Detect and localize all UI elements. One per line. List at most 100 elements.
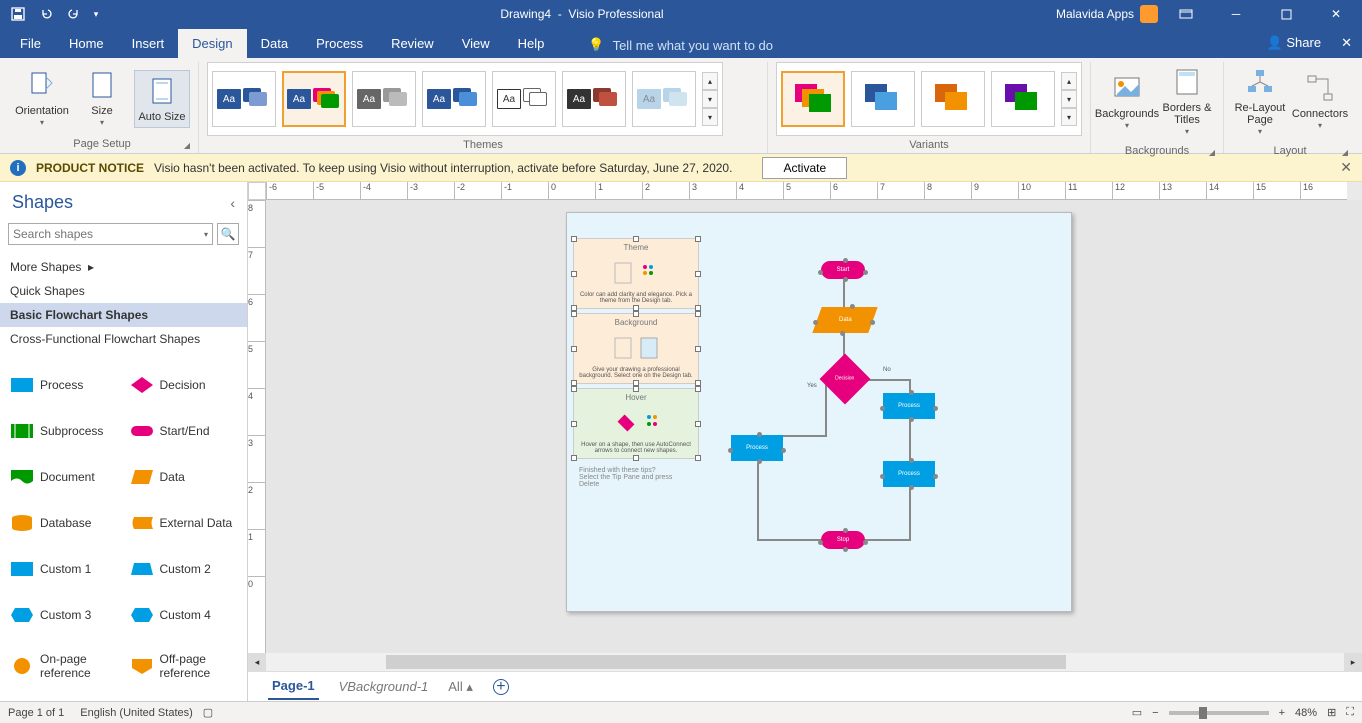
tab-data[interactable]: Data xyxy=(247,29,302,58)
shape-master[interactable]: Start/End xyxy=(124,409,244,453)
shape-master[interactable]: Decision xyxy=(124,363,244,407)
size-button[interactable]: Size▾ xyxy=(74,65,130,133)
shape-master[interactable]: External Data xyxy=(124,501,244,545)
variant-swatch[interactable] xyxy=(781,71,845,127)
search-shapes-input[interactable]: ▾ xyxy=(8,223,213,245)
tips-panel[interactable]: Theme Color can add clarity and elegance… xyxy=(573,238,699,496)
user-avatar-icon[interactable] xyxy=(1140,5,1158,23)
more-shapes-item[interactable]: More Shapes ▸ xyxy=(0,255,247,279)
fullscreen-icon[interactable]: ⛶ xyxy=(1346,706,1354,719)
tab-file[interactable]: File xyxy=(6,29,55,58)
flowchart-stop[interactable]: Stop xyxy=(821,531,865,549)
shape-master[interactable]: Data xyxy=(124,455,244,499)
page-tab-background[interactable]: VBackground-1 xyxy=(339,679,429,694)
flowchart-start[interactable]: Start xyxy=(821,261,865,279)
scroll-left-icon[interactable]: ◂ xyxy=(248,653,266,671)
theme-swatch[interactable]: Aa xyxy=(632,71,696,127)
page-surface[interactable]: Theme Color can add clarity and elegance… xyxy=(566,212,1072,612)
theme-swatch[interactable]: Aa xyxy=(492,71,556,127)
tab-review[interactable]: Review xyxy=(377,29,448,58)
scroll-thumb[interactable] xyxy=(386,655,1066,669)
tab-insert[interactable]: Insert xyxy=(118,29,179,58)
zoom-in-icon[interactable]: + xyxy=(1279,707,1285,719)
orientation-button[interactable]: Orientation▾ xyxy=(14,65,70,133)
tab-home[interactable]: Home xyxy=(55,29,118,58)
page-tab-all[interactable]: All ▴ xyxy=(448,679,473,695)
tip-hover-card[interactable]: Hover Hover on a shape, then use AutoCon… xyxy=(573,388,699,459)
drawing-canvas[interactable]: Theme Color can add clarity and elegance… xyxy=(266,200,1362,653)
stencil-item[interactable]: Cross-Functional Flowchart Shapes xyxy=(0,327,247,351)
horizontal-scrollbar[interactable]: ◂ ▸ xyxy=(248,653,1362,671)
tell-me-search[interactable]: 💡 Tell me what you want to do xyxy=(578,32,783,58)
backgrounds-button[interactable]: Backgrounds▾ xyxy=(1099,68,1155,136)
gallery-up-icon[interactable]: ▴ xyxy=(702,72,718,90)
tab-process[interactable]: Process xyxy=(302,29,377,58)
shape-master[interactable]: Custom 2 xyxy=(124,547,244,591)
stencil-item[interactable]: Quick Shapes xyxy=(0,279,247,303)
maximize-icon[interactable] xyxy=(1264,0,1308,28)
tab-design[interactable]: Design xyxy=(178,29,246,58)
shape-master[interactable]: Process xyxy=(4,363,124,407)
zoom-out-icon[interactable]: − xyxy=(1152,707,1158,719)
autosize-button[interactable]: Auto Size xyxy=(134,70,190,128)
scroll-right-icon[interactable]: ▸ xyxy=(1344,653,1362,671)
collapse-pane-icon[interactable]: ‹ xyxy=(230,195,235,211)
close-icon[interactable]: ✕ xyxy=(1314,0,1358,28)
tab-help[interactable]: Help xyxy=(504,29,559,58)
tab-view[interactable]: View xyxy=(448,29,504,58)
flowchart-process[interactable]: Process xyxy=(731,435,783,461)
ruler-horizontal[interactable]: -6-5-4-3-2-1012345678910111213141516 xyxy=(266,182,1347,200)
gallery-up-icon[interactable]: ▴ xyxy=(1061,72,1077,90)
variant-swatch[interactable] xyxy=(991,71,1055,127)
fit-page-icon[interactable]: ⊞ xyxy=(1327,706,1336,719)
variant-swatch[interactable] xyxy=(921,71,985,127)
theme-swatch[interactable]: Aa xyxy=(422,71,486,127)
gallery-down-icon[interactable]: ▾ xyxy=(702,90,718,108)
shape-master[interactable]: Custom 1 xyxy=(4,547,124,591)
variant-swatch[interactable] xyxy=(851,71,915,127)
minimize-icon[interactable]: ─ xyxy=(1214,0,1258,28)
presentation-mode-icon[interactable]: ▭ xyxy=(1132,706,1142,719)
ribbon-mode-icon[interactable] xyxy=(1164,0,1208,28)
shape-master[interactable]: Custom 4 xyxy=(124,593,244,637)
search-icon[interactable]: 🔍 xyxy=(217,223,239,245)
gallery-more-icon[interactable]: ▾ xyxy=(702,108,718,126)
gallery-more-icon[interactable]: ▾ xyxy=(1061,108,1077,126)
qat-customize-icon[interactable]: ▾ xyxy=(90,2,102,26)
macro-record-icon[interactable]: ▢ xyxy=(203,706,213,719)
flowchart-process[interactable]: Process xyxy=(883,393,935,419)
connectors-button[interactable]: Connectors▾ xyxy=(1292,68,1348,136)
shape-master[interactable]: Off-page reference xyxy=(124,639,244,693)
save-icon[interactable] xyxy=(6,2,30,26)
share-button[interactable]: 👤 Share xyxy=(1267,35,1322,51)
theme-swatch[interactable]: Aa xyxy=(352,71,416,127)
flowchart-process[interactable]: Process xyxy=(883,461,935,487)
relayout-button[interactable]: Re-Layout Page▾ xyxy=(1232,62,1288,142)
shape-master[interactable]: Subprocess xyxy=(4,409,124,453)
shape-master[interactable]: Document xyxy=(4,455,124,499)
borders-titles-button[interactable]: Borders & Titles▾ xyxy=(1159,62,1215,142)
theme-swatch[interactable]: Aa xyxy=(212,71,276,127)
redo-icon[interactable] xyxy=(62,2,86,26)
status-language[interactable]: English (United States) xyxy=(80,707,193,719)
zoom-level[interactable]: 48% xyxy=(1295,707,1317,719)
flowchart-data[interactable]: Data xyxy=(812,307,877,333)
add-page-icon[interactable]: + xyxy=(493,679,509,695)
close-ribbon-icon[interactable]: ✕ xyxy=(1341,35,1352,51)
shape-master[interactable]: Custom 3 xyxy=(4,593,124,637)
gallery-down-icon[interactable]: ▾ xyxy=(1061,90,1077,108)
theme-swatch[interactable]: Aa xyxy=(562,71,626,127)
theme-swatch[interactable]: Aa xyxy=(282,71,346,127)
notice-close-icon[interactable]: ✕ xyxy=(1340,159,1352,176)
layout-launcher-icon[interactable]: ◢ xyxy=(1342,148,1348,157)
backgrounds-launcher-icon[interactable]: ◢ xyxy=(1209,148,1215,157)
stencil-item[interactable]: Basic Flowchart Shapes xyxy=(0,303,247,327)
shape-master[interactable]: On-page reference xyxy=(4,639,124,693)
tip-background-card[interactable]: Background Give your drawing a professio… xyxy=(573,313,699,384)
flowchart-decision[interactable]: Decision xyxy=(820,354,871,405)
search-dropdown-icon[interactable]: ▾ xyxy=(204,230,208,239)
user-name[interactable]: Malavida Apps xyxy=(1056,7,1134,21)
shape-master[interactable]: Database xyxy=(4,501,124,545)
tip-theme-card[interactable]: Theme Color can add clarity and elegance… xyxy=(573,238,699,309)
ruler-vertical[interactable]: 876543210 xyxy=(248,200,266,653)
